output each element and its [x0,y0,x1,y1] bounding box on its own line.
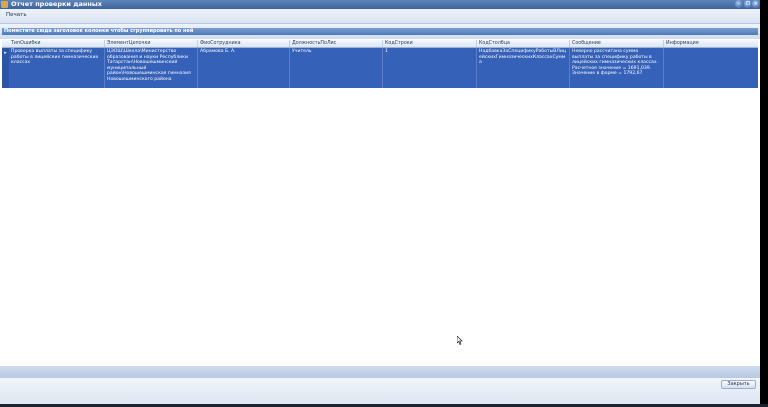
cell-message[interactable]: Неверно рассчитана сумма выплаты за спец… [569,48,663,88]
restore-icon[interactable]: ❐ [744,0,752,8]
column-header[interactable]: КодСтолбца [476,40,569,47]
title-bar: Отчет проверки данных – ❐ × [0,0,760,9]
minimize-icon[interactable]: – [735,0,743,8]
grid-header: ТипОшибки ЭлементЦепочки ФиоСотрудника Д… [2,40,758,48]
print-button[interactable]: Печать [6,12,27,18]
close-button[interactable]: Закрыть [721,380,756,389]
column-header[interactable]: Информация [663,40,758,47]
column-header[interactable]: ДолжностьПоЛис [289,40,382,47]
cell-position[interactable]: Учитель [289,48,382,88]
column-header[interactable]: ФиоСотрудника [197,40,289,47]
table-row[interactable]: ▸ Проверка выплаты за специфику работы в… [2,48,758,88]
dialog-footer [0,378,760,404]
cell-column-code[interactable]: НадбавкаЗаСпецификуРаботыВЛицейскихГимна… [476,48,569,88]
cell-employee-name[interactable]: Абрамова Б. А. [197,48,289,88]
row-indicator-icon: ▸ [2,48,9,88]
close-window-icon[interactable]: × [752,0,760,8]
mouse-cursor-icon [457,336,463,345]
window-title: Отчет проверки данных [11,0,102,8]
app-icon [1,1,8,8]
group-panel: Поместите сюда заголовок колонки чтобы с… [0,24,760,39]
report-window: Отчет проверки данных – ❐ × Печать Помес… [0,0,760,407]
grid-footer [0,366,760,378]
cell-chain-element[interactable]: ЦЭОШ\Школа\Министерство образования и на… [104,48,197,88]
column-header[interactable]: КодСтроки [382,40,476,47]
toolbar: Печать [0,9,760,24]
cell-row-code[interactable]: 1 [382,48,476,88]
column-header[interactable]: Сообщение [569,40,663,47]
column-header[interactable]: ЭлементЦепочки [104,40,197,47]
group-hint[interactable]: Поместите сюда заголовок колонки чтобы с… [2,28,758,35]
cell-error-type[interactable]: Проверка выплаты за специфику работы в л… [9,48,104,88]
cell-information[interactable] [663,48,758,88]
grid-empty-area [2,88,758,366]
column-header[interactable]: ТипОшибки [9,40,104,47]
